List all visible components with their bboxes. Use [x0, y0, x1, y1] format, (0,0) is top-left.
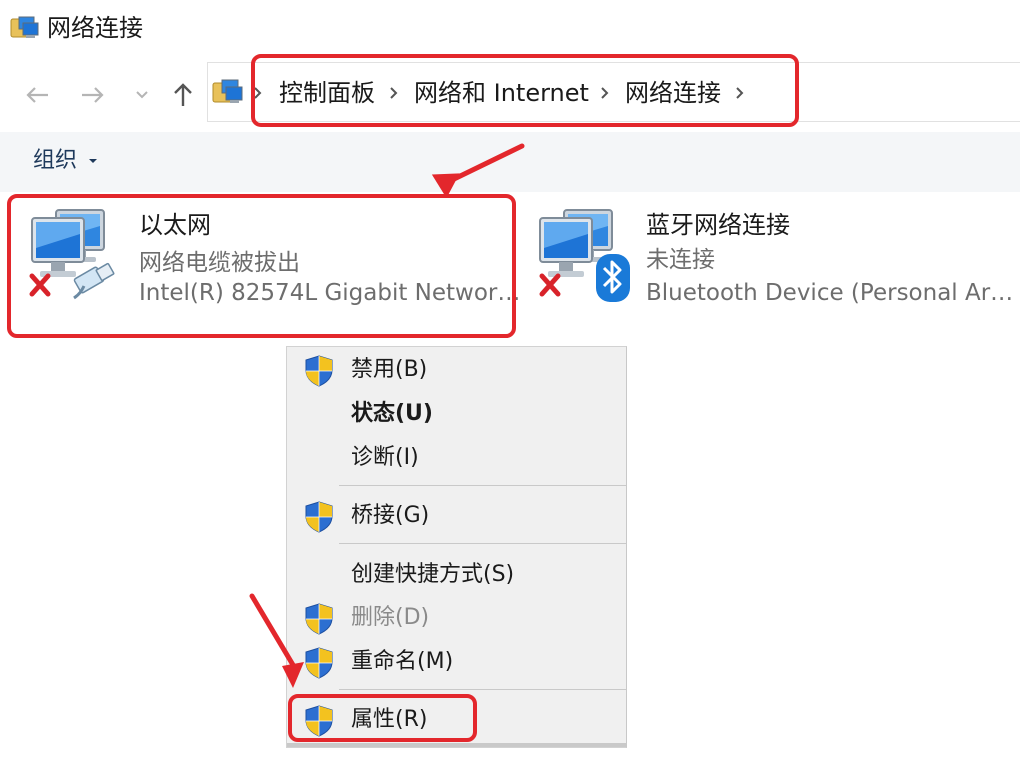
menu-item-disable[interactable]: 禁用(B) — [287, 349, 626, 391]
menu-item-bridge[interactable]: 桥接(G) — [287, 495, 626, 537]
bluetooth-disconnected-icon — [539, 209, 630, 302]
forward-arrow-icon — [82, 87, 104, 103]
organize-menu-button[interactable]: 组织 — [33, 146, 77, 176]
connection-name: 蓝牙网络连接 — [646, 211, 790, 239]
menu-separator — [339, 543, 626, 544]
menu-item-label: 状态(U) — [351, 401, 433, 426]
menu-item-label: 桥接(G) — [351, 503, 430, 528]
connection-device: Bluetooth Device (Personal Ar… — [646, 280, 1014, 306]
menu-separator — [339, 485, 626, 486]
back-arrow-icon — [26, 87, 48, 103]
command-bar: 组织 — [0, 132, 1020, 192]
uac-shield-icon — [304, 355, 334, 387]
menu-item-label: 禁用(B) — [351, 357, 428, 382]
menu-item-label: 重命名(M) — [351, 649, 454, 674]
window-title: 网络连接 — [47, 14, 143, 42]
forward-button[interactable] — [76, 80, 110, 110]
uac-shield-icon — [304, 501, 334, 533]
network-connections-icon — [10, 16, 39, 38]
uac-shield-icon — [304, 647, 334, 679]
dropdown-arrow-icon[interactable] — [89, 159, 97, 163]
menu-item-rename[interactable]: 重命名(M) — [287, 641, 626, 683]
network-folder-icon — [212, 79, 243, 103]
chevron-down-icon — [136, 91, 148, 99]
menu-bottom-edge — [287, 743, 626, 747]
up-arrow-icon — [174, 83, 192, 106]
menu-item-delete: 删除(D) — [287, 597, 626, 639]
menu-item-status[interactable]: 状态(U) — [287, 393, 626, 435]
menu-separator — [339, 689, 626, 690]
title-bar: 网络连接 — [0, 0, 1020, 58]
menu-item-label: 创建快捷方式(S) — [351, 562, 515, 587]
highlight-breadcrumb — [251, 54, 799, 127]
recent-locations-button[interactable] — [128, 80, 156, 110]
highlight-properties — [288, 694, 477, 742]
menu-item-label: 诊断(I) — [351, 445, 419, 470]
context-menu: 禁用(B) 状态(U) 诊断(I) 桥接(G) 创建快捷方式(S) 删除(D) … — [286, 346, 627, 748]
highlight-ethernet — [7, 194, 516, 338]
connection-status: 未连接 — [646, 247, 715, 273]
back-button[interactable] — [20, 80, 54, 110]
menu-item-create-shortcut[interactable]: 创建快捷方式(S) — [287, 554, 626, 596]
menu-item-label: 删除(D) — [351, 605, 430, 630]
uac-shield-icon — [304, 603, 334, 635]
up-button[interactable] — [166, 80, 200, 110]
menu-item-diagnose[interactable]: 诊断(I) — [287, 437, 626, 479]
